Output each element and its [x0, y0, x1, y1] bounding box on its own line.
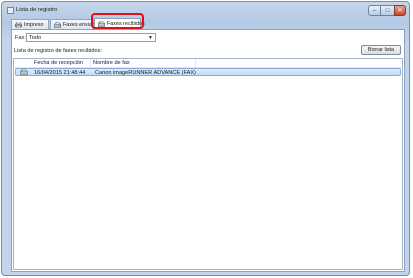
log-list-window: Lista de registro – □ ✕ Impreso Faxes en… [1, 1, 410, 276]
fax-filter-value: Todo [29, 34, 42, 41]
tab-sent-faxes[interactable]: Faxes enviados [50, 19, 101, 29]
fax-received-icon [20, 69, 28, 75]
window-title: Lista de registro [16, 7, 58, 13]
column-header-name[interactable]: Nombre de fax [93, 60, 130, 66]
maximize-button[interactable]: □ [381, 5, 394, 16]
minimize-button[interactable]: – [368, 5, 381, 16]
maximize-icon: □ [385, 7, 390, 14]
tab-highlight-annotation [91, 13, 144, 29]
fax-filter-dropdown[interactable]: Todo ▼ [26, 33, 156, 42]
list-row[interactable]: 16/04/2015 21:48:44 Canon imageRUNNER AD… [15, 68, 401, 76]
tab-printed[interactable]: Impreso [11, 19, 49, 29]
column-header-date[interactable]: Fecha de recepción [34, 60, 83, 66]
printer-icon [15, 21, 22, 28]
row-date: 16/04/2015 21:48:44 [34, 70, 86, 76]
clear-list-button[interactable]: Borrar lista [361, 45, 401, 55]
received-fax-list[interactable]: Fecha de recepción Nombre de fax 16/04/2… [13, 58, 403, 270]
fax-sent-icon [54, 21, 61, 28]
chevron-down-icon: ▼ [148, 35, 153, 41]
row-fax-name: Canon imageRUNNER ADVANCE (FAX) [95, 70, 196, 76]
window-icon [7, 7, 14, 14]
list-caption: Lista de registro de faxes recibidos: [14, 48, 102, 54]
minimize-icon: – [372, 7, 377, 14]
tab-content-panel: Fax: Todo ▼ Lista de registro de faxes r… [11, 29, 405, 272]
close-button[interactable]: ✕ [394, 5, 406, 16]
tab-printed-label: Impreso [24, 21, 44, 28]
column-divider[interactable] [90, 59, 91, 67]
title-bar[interactable]: Lista de registro – □ ✕ [2, 2, 409, 20]
column-divider[interactable] [195, 59, 196, 67]
list-header: Fecha de recepción Nombre de fax [14, 59, 402, 68]
close-icon: ✕ [397, 8, 403, 14]
fax-filter-label: Fax: [15, 35, 26, 41]
